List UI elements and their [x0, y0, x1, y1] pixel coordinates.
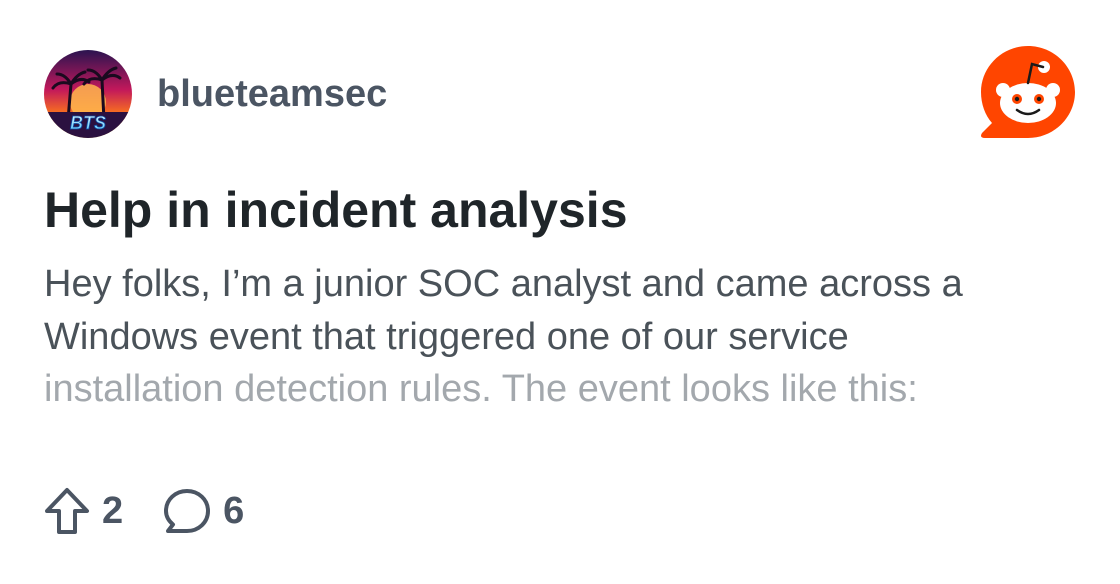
upvote-button[interactable]: 2 [44, 487, 123, 535]
upvote-arrow-icon [45, 488, 89, 534]
post-body-line: Hey folks, I’m a junior SOC analyst and … [44, 263, 963, 305]
comment-bubble-icon [164, 489, 211, 533]
upvote-count: 2 [102, 490, 124, 532]
post-body-line: Windows event that triggered one of our … [44, 315, 849, 358]
author-username[interactable]: blueteamsec [157, 75, 387, 113]
post-body-line-faded: installation detection rules. The event … [44, 368, 918, 410]
reddit-logo[interactable] [979, 44, 1077, 140]
blueteamsec-avatar-icon: BTS [44, 50, 132, 138]
post-actions: 2 6 [44, 486, 244, 536]
post-body: Hey folks, I’m a junior SOC analyst and … [44, 258, 1084, 416]
post-title[interactable]: Help in incident analysis [44, 180, 628, 240]
comment-count: 6 [223, 490, 245, 532]
author-avatar[interactable]: BTS [44, 50, 132, 138]
post-header: BTS blueteamsec [44, 50, 387, 138]
svg-text:BTS: BTS [70, 113, 106, 133]
comments-button[interactable]: 6 [163, 487, 244, 535]
reddit-logo-icon [981, 46, 1075, 138]
